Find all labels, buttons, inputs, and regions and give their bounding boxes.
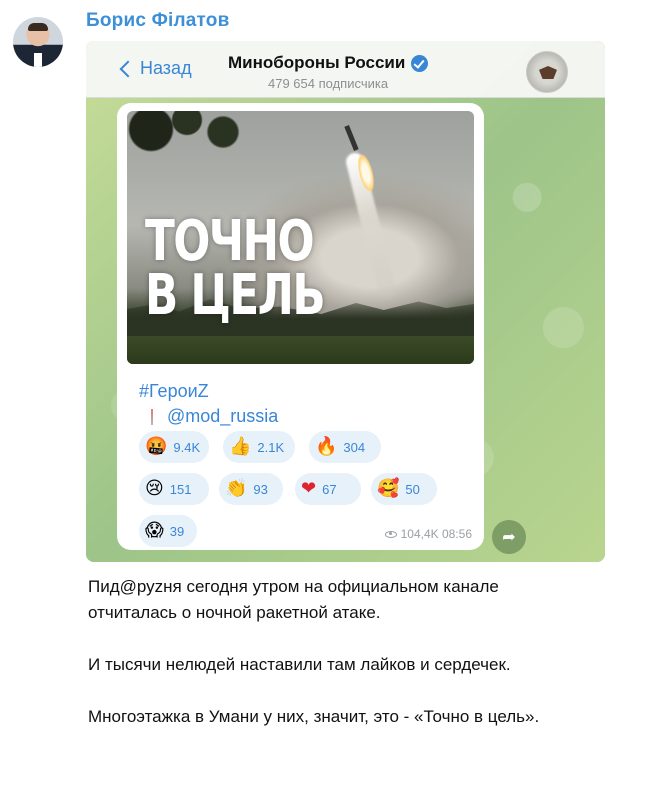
heart-icon: ❤	[301, 478, 317, 499]
photo-caption-line-1: ТОЧНО	[145, 209, 315, 274]
eye-icon	[384, 530, 397, 538]
post-paragraph: Многоэтажка в Умани у них, значит, это -…	[88, 707, 540, 726]
mention-divider	[151, 408, 153, 425]
post-paragraph: Пид@руzня сегодня утром на официальном к…	[88, 577, 499, 622]
fire-icon: 🔥	[315, 436, 338, 457]
crying-face-icon: 😢	[145, 478, 164, 499]
message-meta: 104,4K 08:56	[384, 527, 472, 541]
clapping-hands-icon: 👏	[225, 478, 248, 499]
reaction-crying[interactable]: 😢 151	[139, 473, 209, 505]
reaction-count: 50	[405, 481, 420, 497]
smiling-face-hearts-icon: 🥰	[377, 478, 400, 499]
share-icon: ➦	[502, 529, 516, 546]
thumbs-up-icon: 👍	[229, 436, 252, 457]
screaming-face-icon: 😱	[145, 520, 164, 541]
reaction-love-face[interactable]: 🥰 50	[371, 473, 437, 505]
photo-branches	[127, 111, 247, 171]
channel-name: Минобороны России	[228, 53, 406, 72]
message-photo[interactable]: ТОЧНО В ЦЕЛЬ	[127, 111, 474, 364]
avatar-hair	[28, 23, 48, 31]
verified-icon	[411, 54, 429, 72]
reaction-angry[interactable]: 🤬 9.4K	[139, 431, 209, 463]
mention-row: @mod_russia	[151, 406, 278, 427]
back-button[interactable]: Назад	[119, 58, 192, 79]
photo-ground	[127, 336, 474, 364]
author-avatar[interactable]	[13, 17, 63, 67]
reaction-count: 93	[253, 481, 268, 497]
reaction-thumbs-up[interactable]: 👍 2.1K	[223, 431, 295, 463]
back-chevron-icon	[119, 60, 137, 78]
photo-caption: ТОЧНО В ЦЕЛЬ	[145, 209, 326, 328]
angry-face-icon: 🤬	[145, 436, 168, 457]
channel-avatar[interactable]	[526, 51, 568, 93]
subscriber-count: 479 654 подписчика	[268, 76, 389, 91]
reaction-count: 67	[322, 481, 337, 497]
reaction-heart[interactable]: ❤ 67	[295, 473, 361, 505]
reaction-count: 2.1K	[257, 439, 285, 455]
reaction-count: 39	[169, 523, 185, 539]
missile	[344, 125, 359, 151]
author-name[interactable]: Борис Філатов	[86, 10, 229, 32]
reaction-count: 9.4K	[173, 439, 201, 455]
mention-link[interactable]: @mod_russia	[167, 406, 278, 427]
back-label: Назад	[140, 58, 192, 78]
reaction-count: 304	[343, 439, 366, 455]
post-paragraph: И тысячи нелюдей наставили там лайков и …	[88, 655, 511, 674]
photo-caption-line-2: В ЦЕЛЬ	[145, 263, 326, 328]
avatar-shirt	[34, 53, 42, 67]
reaction-scream[interactable]: 😱 39	[139, 515, 197, 547]
hashtag-link[interactable]: #ГероиZ	[139, 381, 209, 402]
reaction-fire[interactable]: 🔥 304	[309, 431, 381, 463]
telegram-screenshot: Назад Минобороны России 479 654 подписчи…	[86, 41, 605, 562]
message-bubble: ТОЧНО В ЦЕЛЬ #ГероиZ @mod_russia 🤬 9.4K …	[117, 103, 484, 550]
post-body: Пид@руzня сегодня утром на официальном к…	[88, 574, 568, 730]
share-button[interactable]: ➦	[492, 520, 526, 554]
views-and-time: 104,4K 08:56	[400, 527, 472, 541]
channel-title[interactable]: Минобороны России	[228, 53, 429, 73]
reaction-clap[interactable]: 👏 93	[219, 473, 283, 505]
channel-header: Назад Минобороны России 479 654 подписчи…	[86, 41, 605, 98]
reaction-count: 151	[169, 481, 192, 497]
